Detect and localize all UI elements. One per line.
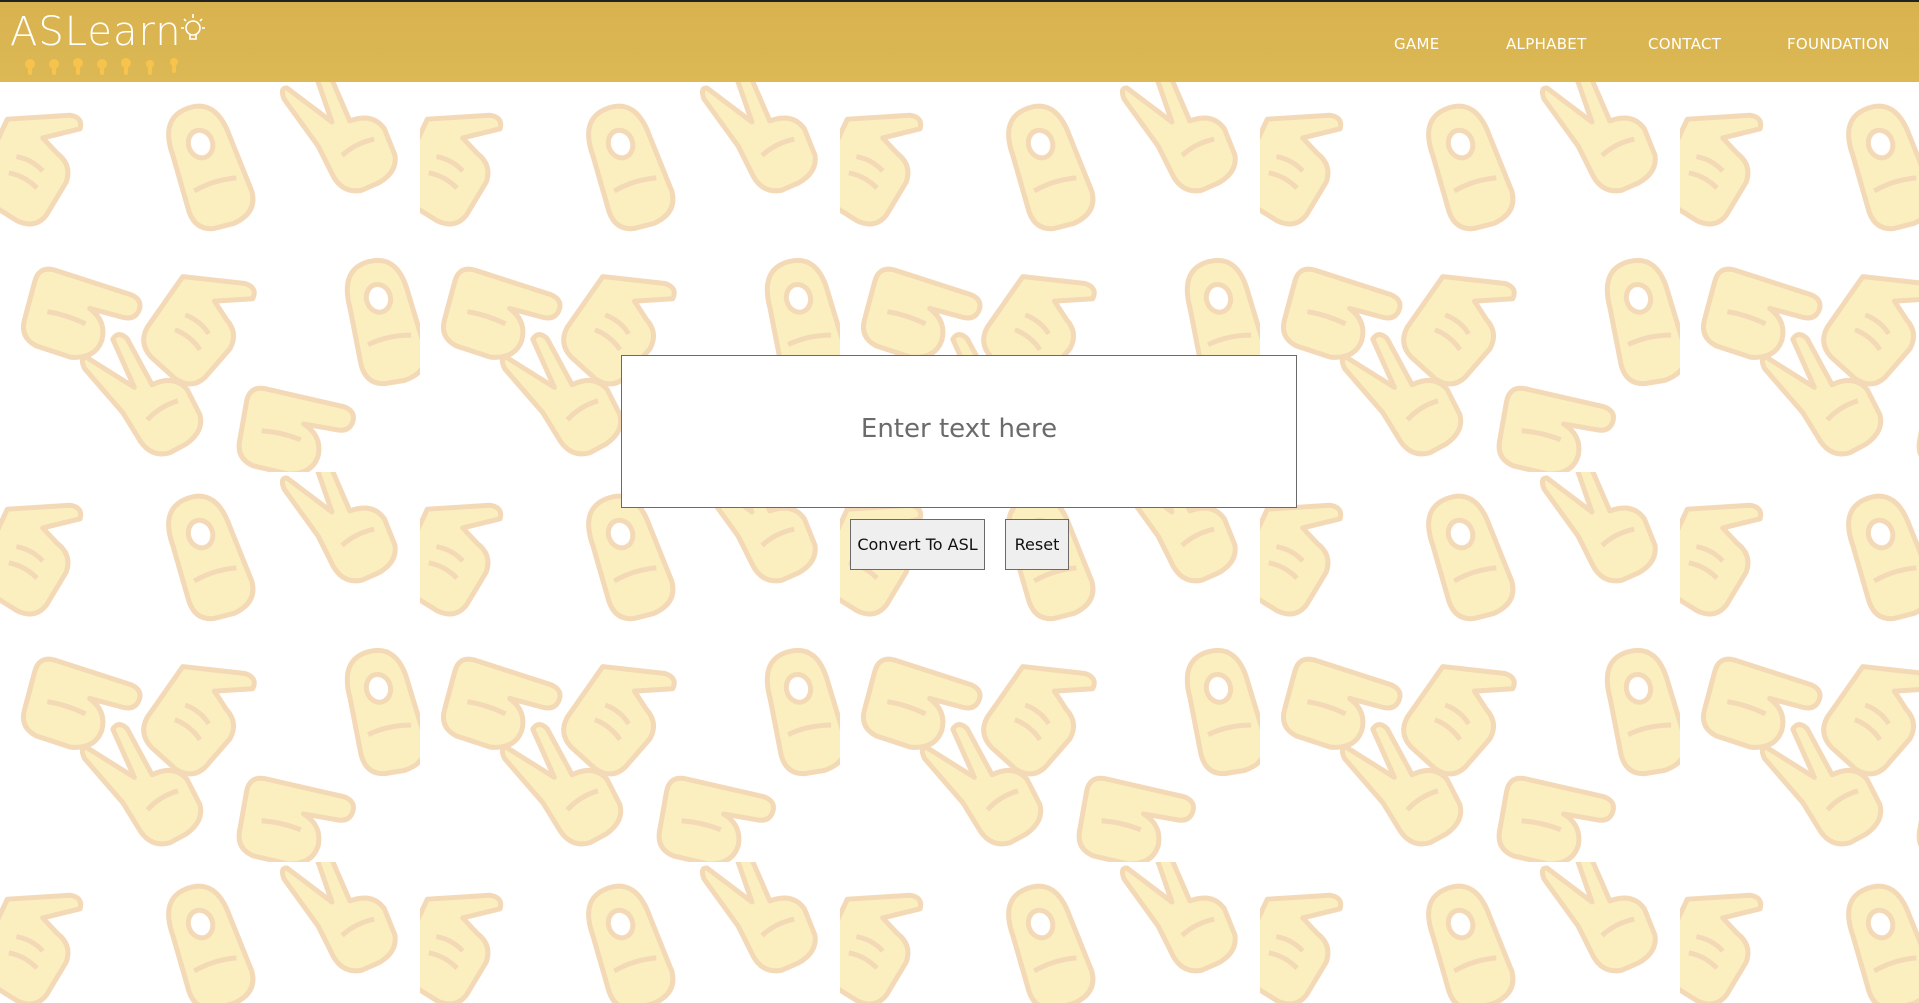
nav-contact[interactable]: CONTACT (1648, 35, 1721, 53)
nav-game[interactable]: GAME (1394, 35, 1440, 53)
page: ASLearn GAME ALPHABET CONTACT FOUNDATION… (0, 0, 1919, 1003)
logo-text: ASLearn (10, 9, 182, 55)
text-input-wrapper (621, 355, 1297, 508)
site-header: ASLearn GAME ALPHABET CONTACT FOUNDATION (0, 0, 1919, 82)
nav-foundation[interactable]: FOUNDATION (1787, 35, 1890, 53)
nav-alphabet[interactable]: ALPHABET (1506, 35, 1587, 53)
convert-to-asl-button[interactable]: Convert To ASL (850, 519, 985, 570)
reset-button[interactable]: Reset (1005, 519, 1069, 570)
logo[interactable]: ASLearn (10, 6, 210, 78)
lightbulb-icon (181, 14, 205, 40)
hand-signs-icon (25, 58, 178, 75)
text-input[interactable] (621, 355, 1297, 508)
